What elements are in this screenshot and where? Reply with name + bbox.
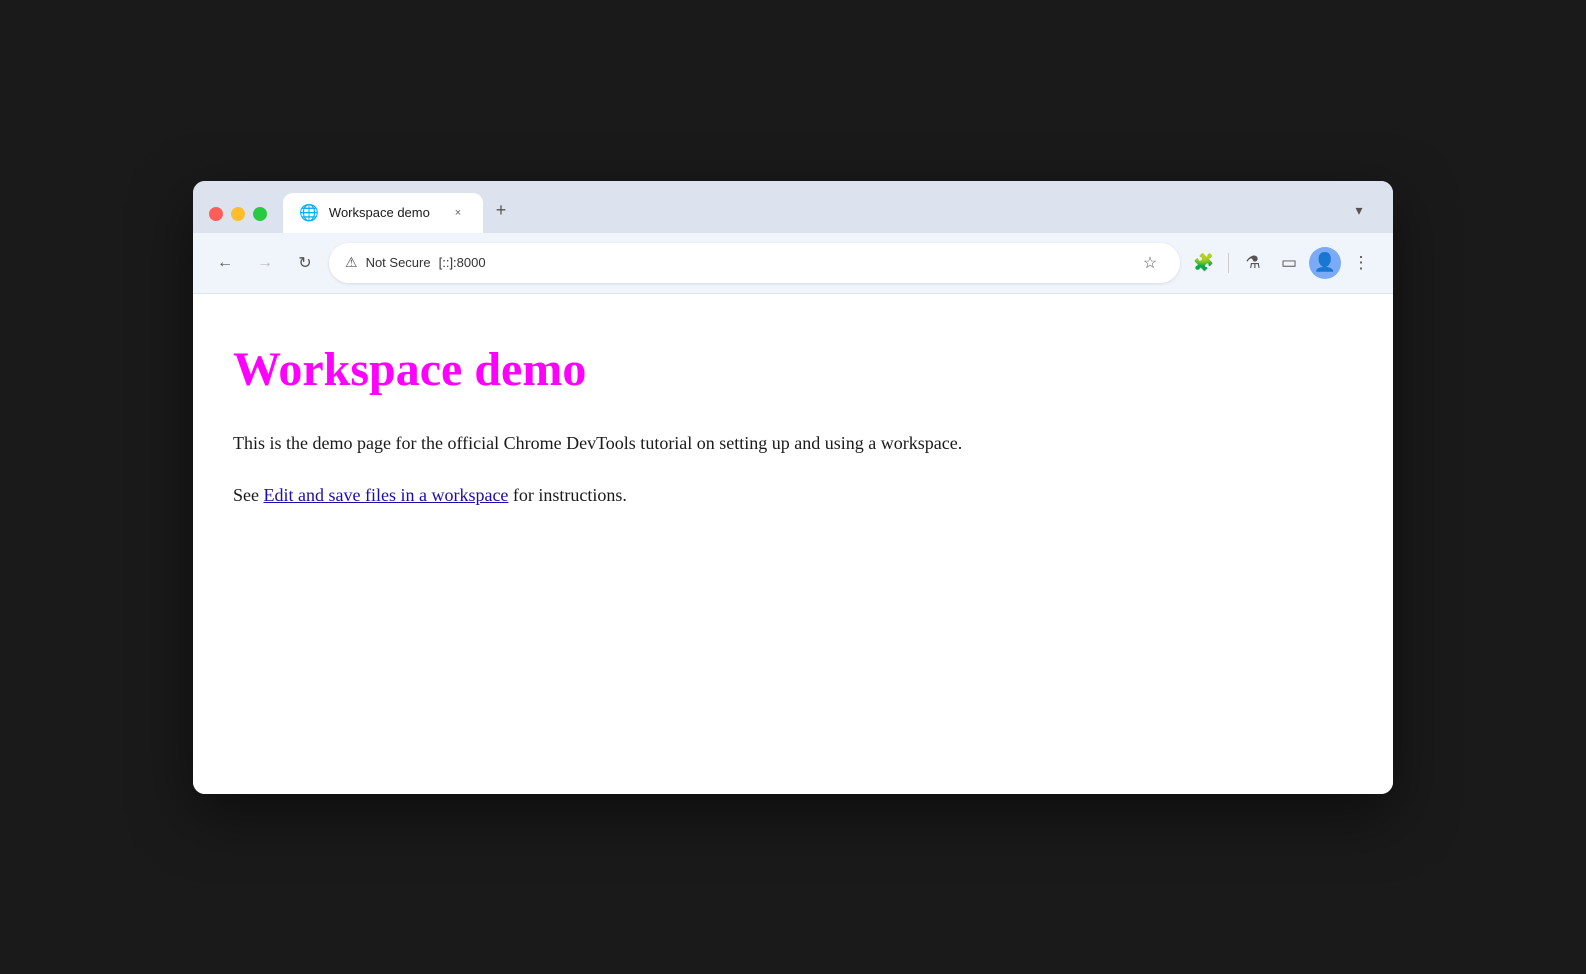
avatar-icon: 👤 [1314,252,1336,273]
sidebar-button[interactable]: ▭ [1273,247,1305,279]
intro-paragraph: This is the demo page for the official C… [233,429,1353,458]
link-before-text: See [233,485,264,505]
tab-dropdown-button[interactable]: ▾ [1341,193,1377,229]
workspace-link[interactable]: Edit and save files in a workspace [264,485,509,505]
close-traffic-light[interactable] [209,207,223,221]
browser-window: 🌐 Workspace demo × + ▾ ← → ↻ ⚠ Not Secur… [193,181,1393,794]
reload-button[interactable]: ↻ [289,247,321,279]
title-bar: 🌐 Workspace demo × + ▾ [193,181,1393,233]
maximize-traffic-light[interactable] [253,207,267,221]
tab-bar: 🌐 Workspace demo × + ▾ [283,193,1377,233]
warning-icon: ⚠ [345,254,358,271]
menu-button[interactable]: ⋮ [1345,247,1377,279]
nav-actions: 🧩 ⚗ ▭ 👤 ⋮ [1188,247,1377,279]
nav-divider [1228,253,1229,273]
link-after-text: for instructions. [508,485,627,505]
address-url: [::]:8000 [439,255,1128,270]
tab-close-button[interactable]: × [449,204,467,222]
extensions-button[interactable]: 🧩 [1188,247,1220,279]
not-secure-label: Not Secure [366,255,431,270]
avatar-button[interactable]: 👤 [1309,247,1341,279]
page-heading: Workspace demo [233,342,1353,397]
active-tab[interactable]: 🌐 Workspace demo × [283,193,483,233]
new-tab-button[interactable]: + [483,193,519,229]
lab-button[interactable]: ⚗ [1237,247,1269,279]
nav-bar: ← → ↻ ⚠ Not Secure [::]:8000 ☆ 🧩 ⚗ ▭ 👤 ⋮ [193,233,1393,294]
intro-text: This is the demo page for the official C… [233,433,962,453]
page-content: Workspace demo This is the demo page for… [193,294,1393,794]
globe-icon: 🌐 [299,203,319,223]
minimize-traffic-light[interactable] [231,207,245,221]
back-button[interactable]: ← [209,247,241,279]
address-bar[interactable]: ⚠ Not Secure [::]:8000 ☆ [329,243,1180,283]
tab-title: Workspace demo [329,205,439,220]
traffic-lights [209,207,283,233]
bookmark-button[interactable]: ☆ [1136,249,1164,277]
link-paragraph: See Edit and save files in a workspace f… [233,481,1353,510]
forward-button[interactable]: → [249,247,281,279]
